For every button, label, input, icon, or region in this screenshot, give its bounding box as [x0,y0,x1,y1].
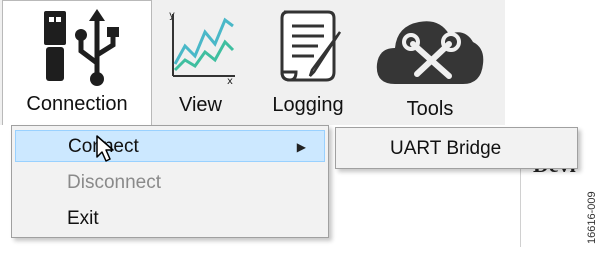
menu-item-connect[interactable]: Connect ▶ [15,130,325,162]
scroll-quill-icon [280,10,342,82]
view-button[interactable]: y x View [153,0,248,125]
menu-item-exit[interactable]: Exit [15,203,325,235]
submenu-arrow-icon: ▶ [296,140,306,154]
usb-icon [44,9,119,86]
submenu-item-uart-bridge[interactable]: UART Bridge [338,133,575,165]
figure-id: 16616-009 [586,191,598,244]
cloud-tools-icon [376,21,484,84]
view-label: View [179,94,222,116]
background-divider [520,162,521,247]
mouse-pointer-icon [96,135,114,162]
menu-item-exit-label: Exit [67,208,99,229]
logging-label: Logging [272,94,344,116]
submenu-item-uart-bridge-label: UART Bridge [390,138,502,159]
line-chart-icon: y x [169,10,235,84]
logging-button[interactable]: Logging [258,0,358,125]
tools-button[interactable]: Tools [365,0,495,125]
connection-button[interactable]: Connection [2,0,152,125]
menu-item-disconnect-label: Disconnect [67,172,161,193]
ribbon-toolbar: Connection y x View Logging Tools [0,0,505,125]
connection-label: Connection [26,93,128,115]
menu-item-disconnect[interactable]: Disconnect [15,167,325,199]
svg-text:x: x [227,76,233,84]
connection-menu: Connect ▶ Disconnect Exit [11,125,329,238]
tools-label: Tools [406,98,454,120]
connect-submenu: UART Bridge [335,127,578,169]
